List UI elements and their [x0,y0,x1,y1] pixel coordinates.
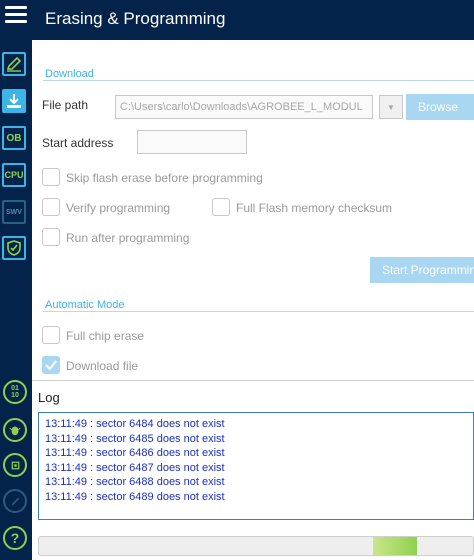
download-file-label: Download file [66,359,139,373]
page-title: Erasing & Programming [45,9,226,28]
menu-icon[interactable] [5,6,27,24]
log-title: Log [38,390,60,405]
automatic-mode-divider [43,311,474,312]
file-path-input[interactable]: C:\Users\carlo\Downloads\AGROBEE_L_MODUL [115,95,373,119]
automatic-mode-section-label: Automatic Mode [45,299,125,311]
bug-icon[interactable] [3,418,27,442]
left-sidebar: OB CPU SWV 01 10 ? [0,0,32,560]
ob-icon[interactable]: OB [2,126,26,150]
binary-icon[interactable]: 01 10 [3,380,27,404]
log-line: 13:11:49 : sector 6486 does not exist [45,447,225,459]
help-icon[interactable]: ? [3,526,27,550]
swv-icon-label: SWV [6,208,22,216]
full-checksum-checkbox[interactable] [212,198,230,216]
chevron-down-icon: ▼ [387,102,395,112]
progress-fill [373,537,417,555]
download-file-checkbox[interactable] [42,356,60,374]
skip-erase-checkbox[interactable] [42,168,60,186]
full-checksum-label: Full Flash memory checksum [236,201,393,215]
start-programming-button[interactable]: Start Programming [370,257,474,283]
progress-bar [38,536,474,556]
download-divider [43,80,474,81]
log-line: 13:11:49 : sector 6487 does not exist [45,461,225,474]
verify-checkbox[interactable] [42,198,60,216]
skip-erase-label: Skip flash erase before programming [66,171,263,185]
download-icon[interactable] [2,89,26,113]
erasing-programming-panel: Download File path C:\Users\carlo\Downlo… [32,40,474,380]
full-chip-erase-label: Full chip erase [66,329,145,343]
cpu-icon[interactable]: CPU [2,163,26,187]
file-path-dropdown[interactable]: ▼ [379,95,403,119]
file-path-label: File path [42,98,89,112]
link-icon[interactable] [3,489,27,513]
swv-icon[interactable]: SWV [2,200,26,224]
log-output[interactable]: 13:11:49 : sector 6484 does not exist 13… [38,412,474,520]
log-line: 13:11:49 : sector 6484 does not exist [45,418,225,430]
chip-icon[interactable] [3,453,27,477]
download-section-label: Download [45,68,94,80]
title-bar: Erasing & Programming [32,0,474,40]
run-after-checkbox[interactable] [42,228,60,246]
log-header: Log [32,380,474,410]
run-after-label: Run after programming [66,231,190,245]
checkmark-icon [45,360,57,371]
full-chip-erase-checkbox[interactable] [42,326,60,344]
start-address-input[interactable] [137,130,247,154]
log-line: 13:11:49 : sector 6485 does not exist [45,432,225,445]
help-icon-label: ? [10,530,20,546]
log-line: 13:11:49 : sector 6489 does not exist [45,490,225,503]
start-address-label: Start address [42,136,114,150]
verify-label: Verify programming [66,201,171,215]
ob-icon-label: OB [6,132,22,144]
log-line: 13:11:49 : sector 6488 does not exist [45,476,225,488]
cpu-icon-label: CPU [4,170,24,180]
browse-button[interactable]: Browse [406,94,474,120]
pencil-icon[interactable] [2,52,26,76]
shield-icon[interactable] [2,236,26,260]
